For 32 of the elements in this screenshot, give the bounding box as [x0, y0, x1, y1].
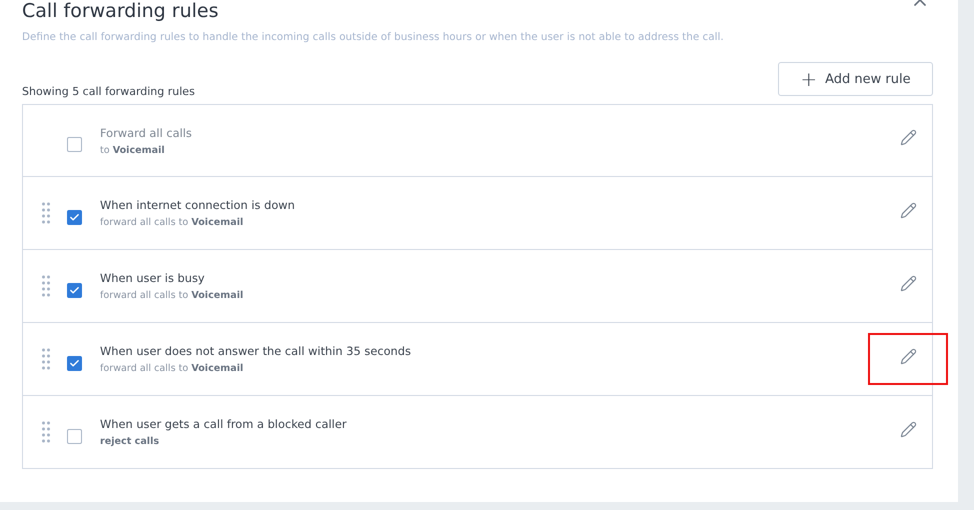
edit-button[interactable]: [868, 333, 948, 385]
drag-handle-icon[interactable]: [42, 348, 50, 370]
rule-checkbox[interactable]: [67, 137, 82, 152]
pencil-icon: [900, 274, 916, 292]
rule-title: When internet connection is down: [100, 198, 296, 212]
checkmark-icon: [69, 212, 80, 222]
rule-detail: forward all calls to Voicemail: [100, 217, 244, 228]
rule-title: When user is busy: [100, 271, 206, 285]
rule-checkbox[interactable]: [67, 356, 82, 370]
checkmark-icon: [69, 358, 80, 368]
rule-detail: to Voicemail: [100, 144, 166, 156]
drag-handle-icon[interactable]: [42, 202, 50, 224]
rule-title: Forward all calls: [100, 126, 193, 140]
drag-handle-icon[interactable]: [42, 421, 50, 443]
rule-detail: forward all calls to Voicemail: [100, 290, 244, 301]
rule-detail: forward all calls to Voicemail: [100, 363, 244, 374]
checkmark-icon: [69, 284, 80, 296]
rule-checkbox[interactable]: [67, 428, 82, 444]
add-rule-button[interactable]: + Add new rule: [778, 62, 933, 96]
rule-title: When user gets a call from a blocked caller: [100, 417, 348, 431]
rule-checkbox[interactable]: [67, 282, 82, 298]
rule-count: Showing 5 call forwarding rules: [22, 85, 195, 98]
pencil-icon: [900, 420, 916, 438]
dialog-description: Define the call forwarding rules to handle the incoming calls outside of business hours or when the user is not able to address the call.: [22, 30, 725, 45]
pencil-icon: [900, 348, 916, 364]
drag-handle-icon[interactable]: [42, 275, 50, 297]
rule-checkbox[interactable]: [67, 210, 82, 224]
pencil-icon: [900, 202, 916, 218]
dialog-title: Call forwarding rules: [22, 0, 218, 24]
pencil-icon: [900, 129, 916, 146]
rule-title: When user does not answer the call within 35 seconds: [100, 344, 412, 358]
rule-detail: reject calls: [100, 436, 160, 447]
